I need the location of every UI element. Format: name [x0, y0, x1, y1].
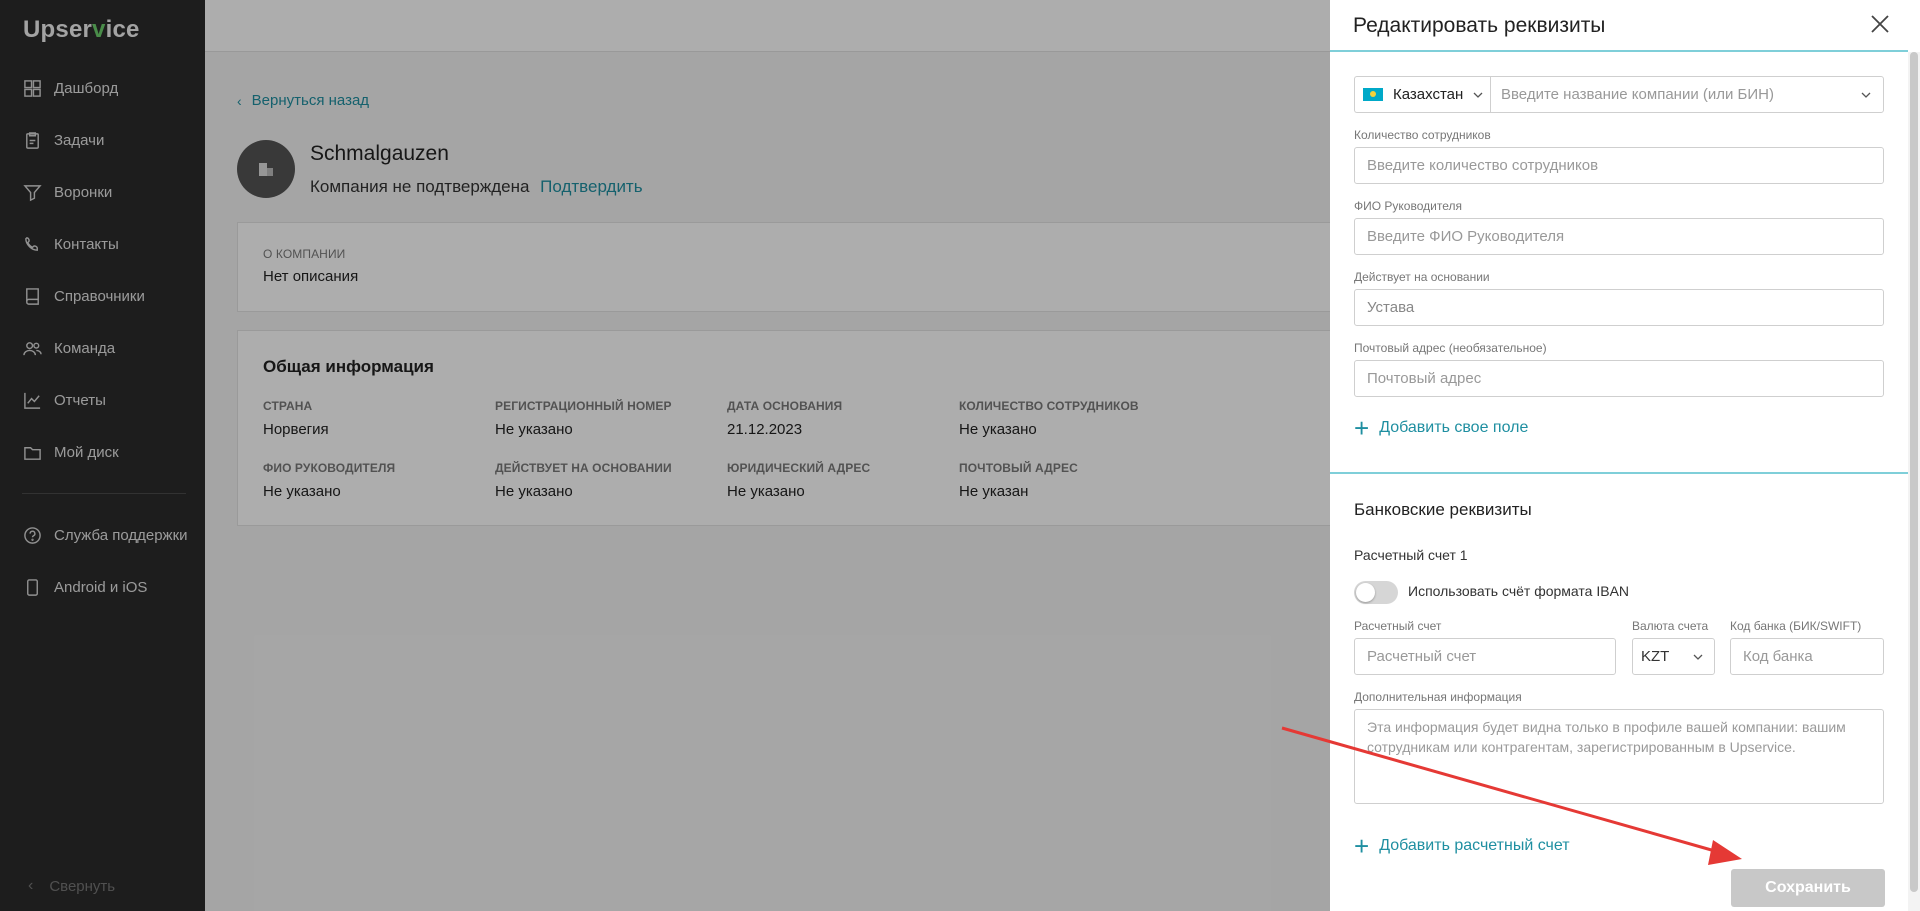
company-search-input[interactable]: Введите название компании (или БИН)	[1490, 76, 1884, 113]
basis-value: Устава	[1367, 299, 1415, 316]
toggle-knob	[1356, 583, 1375, 602]
add-field-label: Добавить свое поле	[1379, 419, 1529, 436]
iban-toggle[interactable]	[1354, 581, 1398, 604]
chevron-down-icon	[1861, 92, 1871, 98]
bank-section-title: Банковские реквизиты	[1354, 500, 1532, 519]
bank-code-input[interactable]: Код банка	[1730, 638, 1884, 675]
extra-info-label: Дополнительная информация	[1354, 690, 1522, 704]
close-icon[interactable]	[1868, 12, 1892, 36]
postal-input[interactable]: Почтовый адрес	[1354, 360, 1884, 397]
save-label: Сохранить	[1765, 879, 1851, 896]
chevron-down-icon	[1473, 92, 1483, 98]
save-button[interactable]: Сохранить	[1731, 869, 1885, 907]
modal-backdrop[interactable]	[0, 0, 1330, 911]
drawer-title: Редактировать реквизиты	[1353, 14, 1606, 37]
employees-placeholder: Введите количество сотрудников	[1367, 157, 1599, 174]
director-input[interactable]: Введите ФИО Руководителя	[1354, 218, 1884, 255]
currency-label: Валюта счета	[1632, 619, 1709, 633]
postal-placeholder: Почтовый адрес	[1367, 370, 1482, 387]
country-select[interactable]: Казахстан	[1354, 76, 1490, 113]
currency-value: KZT	[1641, 648, 1670, 665]
currency-select[interactable]: KZT	[1632, 638, 1715, 675]
section-divider	[1330, 472, 1908, 474]
scrollbar-thumb[interactable]	[1910, 52, 1918, 892]
extra-info-textarea[interactable]: Эта информация будет видна только в проф…	[1354, 709, 1884, 804]
postal-label: Почтовый адрес (необязательное)	[1354, 341, 1547, 355]
add-account-label: Добавить расчетный счет	[1379, 837, 1570, 854]
chevron-down-icon	[1693, 654, 1703, 660]
drawer-header-divider	[1330, 50, 1908, 52]
bank-code-placeholder: Код банка	[1743, 648, 1813, 665]
account-label: Расчетный счет	[1354, 619, 1442, 633]
edit-requisites-drawer: Редактировать реквизиты Казахстан Введит…	[1330, 0, 1920, 911]
employees-label: Количество сотрудников	[1354, 128, 1491, 142]
employees-input[interactable]: Введите количество сотрудников	[1354, 147, 1884, 184]
extra-info-placeholder: Эта информация будет видна только в проф…	[1367, 719, 1846, 755]
kazakhstan-flag-icon	[1363, 88, 1383, 101]
account-input[interactable]: Расчетный счет	[1354, 638, 1616, 675]
director-placeholder: Введите ФИО Руководителя	[1367, 228, 1565, 245]
plus-icon: +	[1354, 831, 1370, 861]
account-placeholder: Расчетный счет	[1367, 648, 1477, 665]
account-title: Расчетный счет 1	[1354, 547, 1468, 563]
director-label: ФИО Руководителя	[1354, 199, 1462, 213]
basis-label: Действует на основании	[1354, 270, 1490, 284]
country-value: Казахстан	[1393, 86, 1464, 103]
basis-input[interactable]: Устава	[1354, 289, 1884, 326]
bank-code-label: Код банка (БИК/SWIFT)	[1730, 619, 1862, 633]
add-custom-field-button[interactable]: + Добавить свое поле	[1354, 413, 1529, 443]
plus-icon: +	[1354, 413, 1370, 443]
add-account-button[interactable]: + Добавить расчетный счет	[1354, 831, 1570, 861]
iban-toggle-label: Использовать счёт формата IBAN	[1408, 583, 1630, 599]
company-placeholder: Введите название компании (или БИН)	[1501, 86, 1774, 103]
